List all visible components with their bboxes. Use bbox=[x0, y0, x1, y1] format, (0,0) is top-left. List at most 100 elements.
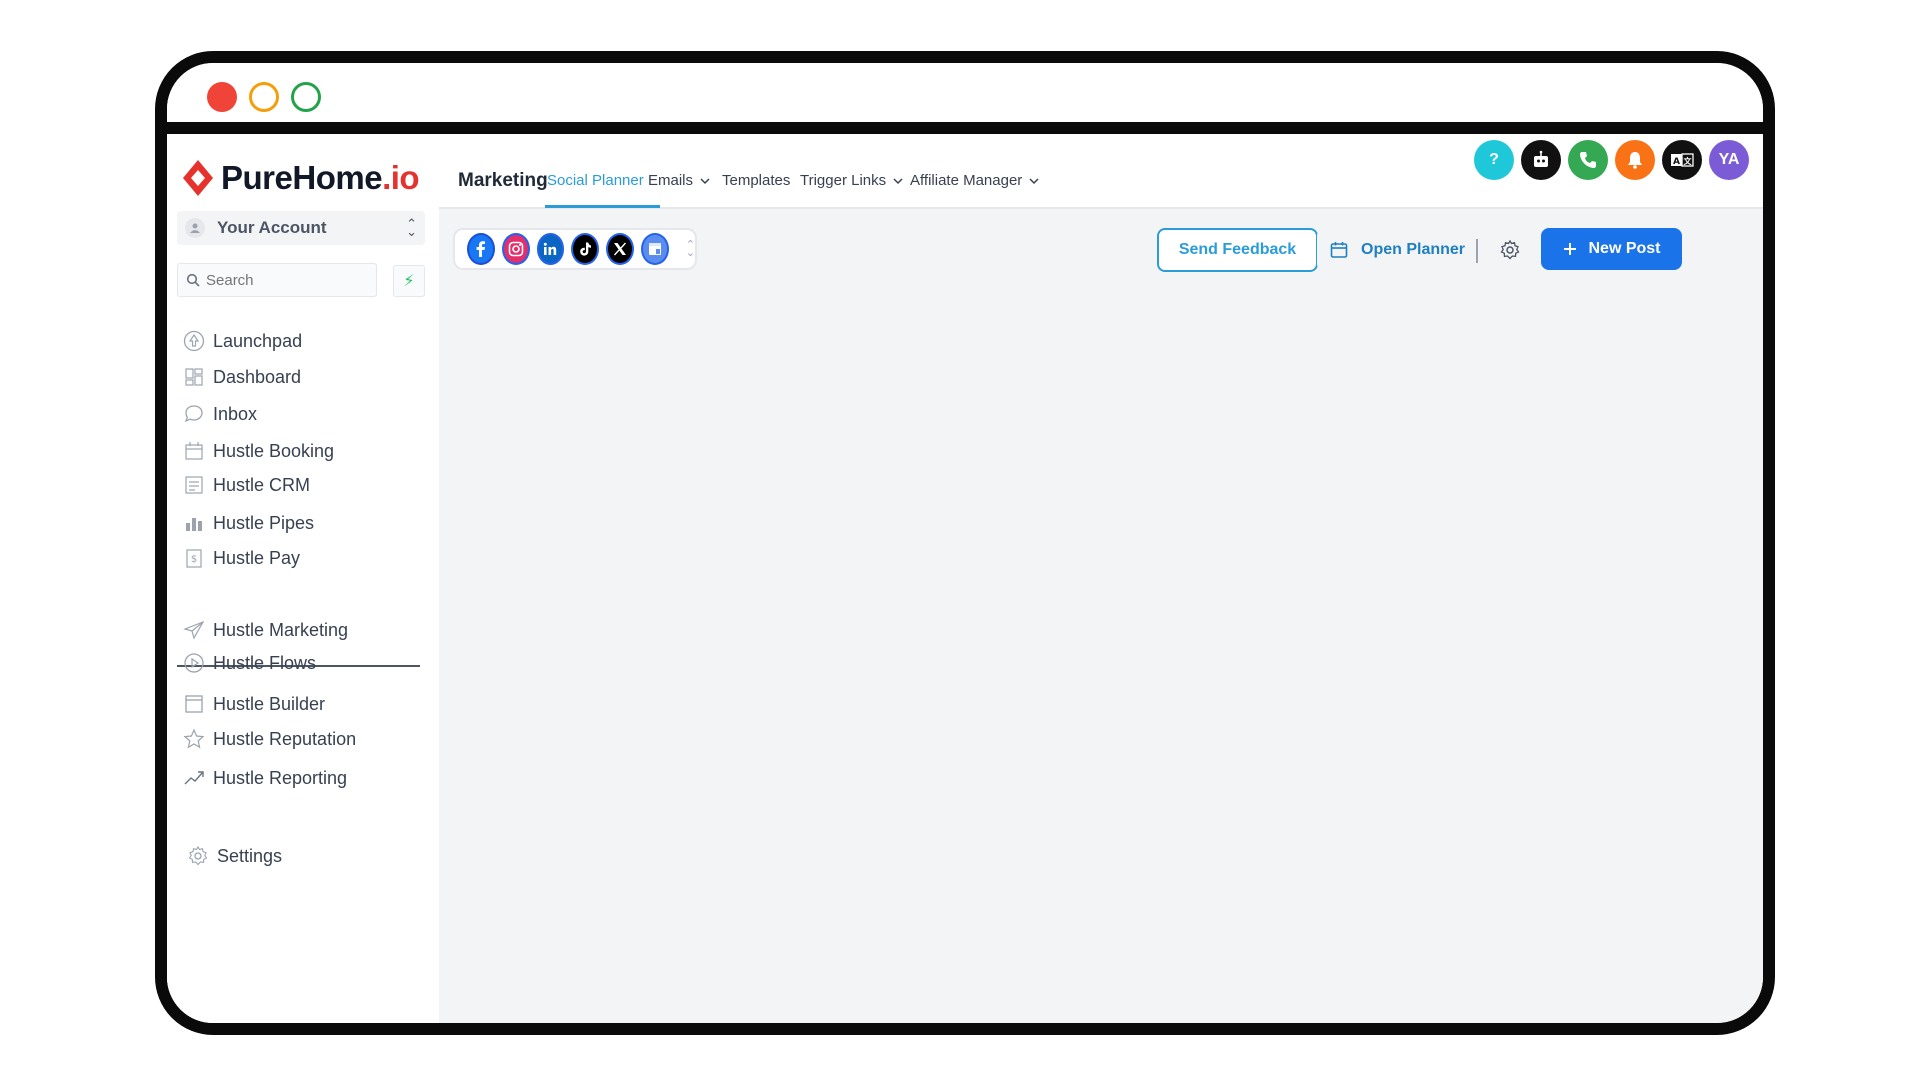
sidebar-item-hustle-reporting[interactable]: Hustle Reporting bbox=[183, 764, 347, 792]
avatar-initials: YA bbox=[1718, 151, 1740, 168]
new-post-button[interactable]: New Post bbox=[1541, 228, 1682, 270]
chevron-down-icon bbox=[893, 177, 903, 184]
contacts-list-icon bbox=[183, 474, 205, 496]
search-icon bbox=[186, 273, 200, 287]
titlebar-divider bbox=[167, 122, 1763, 134]
quick-action-button[interactable]: ⚡ bbox=[393, 265, 425, 297]
search-input[interactable] bbox=[206, 271, 356, 289]
sidebar-item-label: Launchpad bbox=[213, 330, 303, 351]
tab-label: Templates bbox=[722, 172, 791, 189]
tab-emails[interactable]: Emails bbox=[648, 172, 711, 189]
tab-social-planner[interactable]: Social Planner bbox=[547, 172, 644, 189]
bot-icon[interactable] bbox=[1521, 140, 1561, 180]
sidebar-item-label: Hustle Pay bbox=[213, 547, 301, 568]
close-window-button[interactable] bbox=[207, 82, 237, 112]
help-icon[interactable]: ? bbox=[1474, 140, 1514, 180]
brand-logo[interactable]: PureHome.io bbox=[181, 158, 420, 198]
x-icon[interactable] bbox=[606, 233, 634, 265]
account-switcher[interactable]: Your Account ⌃ ⌄ bbox=[177, 211, 425, 245]
device-frame: PureHome.io Your Account ⌃⌄ ⚡ Launchpad bbox=[155, 51, 1775, 1035]
sidebar-item-label: Hustle Builder bbox=[213, 693, 326, 714]
builder-window-icon bbox=[183, 693, 205, 715]
chevron-down-icon bbox=[700, 177, 710, 184]
sidebar-item-label: Inbox bbox=[213, 403, 258, 424]
tab-label: Social Planner bbox=[547, 172, 644, 189]
sidebar-item-inbox[interactable]: Inbox bbox=[183, 400, 257, 428]
toolbar-separator bbox=[1476, 239, 1478, 263]
header-action-icons: ? A文 YA bbox=[1474, 140, 1749, 180]
sidebar-item-hustle-booking[interactable]: Hustle Booking bbox=[183, 437, 334, 465]
tiktok-icon[interactable] bbox=[571, 233, 600, 265]
button-label: Send Feedback bbox=[1178, 241, 1297, 258]
facebook-icon[interactable] bbox=[467, 233, 495, 265]
top-navigation: Marketing Social Planner Emails Template… bbox=[439, 134, 1763, 209]
instagram-icon[interactable] bbox=[501, 233, 530, 265]
help-glyph: ? bbox=[1489, 151, 1499, 168]
brand-name: PureHome.io bbox=[221, 159, 420, 196]
sidebar-item-label: Dashboard bbox=[213, 366, 302, 387]
sidebar-item-label: Hustle Marketing bbox=[213, 619, 349, 640]
svg-text:文: 文 bbox=[1684, 156, 1693, 166]
phone-icon[interactable] bbox=[1568, 140, 1608, 180]
planner-settings-button[interactable] bbox=[1497, 237, 1523, 263]
translate-icon[interactable]: A文 bbox=[1662, 140, 1702, 180]
active-tab-indicator bbox=[545, 205, 660, 208]
section-title: Marketing bbox=[458, 170, 548, 191]
tab-label: Emails bbox=[648, 172, 694, 189]
send-icon bbox=[183, 619, 205, 641]
sidebar-item-hustle-reputation[interactable]: Hustle Reputation bbox=[183, 725, 356, 753]
minimize-window-button[interactable] bbox=[249, 82, 279, 112]
social-accounts-selector[interactable]: ⌃ ⌄ bbox=[453, 228, 697, 270]
app-window: PureHome.io Your Account ⌃⌄ ⚡ Launchpad bbox=[167, 134, 1763, 1023]
linkedin-icon[interactable] bbox=[536, 233, 565, 265]
sidebar-item-label: Hustle Booking bbox=[213, 440, 335, 461]
sidebar-item-launchpad[interactable]: Launchpad bbox=[183, 327, 302, 355]
tab-affiliate-manager[interactable]: Affiliate Manager bbox=[910, 172, 1040, 189]
calendar-icon bbox=[183, 440, 205, 462]
dashboard-icon bbox=[183, 366, 205, 388]
chat-bubble-icon bbox=[183, 403, 205, 425]
tab-label: Trigger Links bbox=[800, 172, 887, 189]
user-avatar[interactable]: YA bbox=[1709, 140, 1749, 180]
sidebar-item-label: Hustle Pipes bbox=[213, 512, 315, 533]
account-label: Your Account bbox=[217, 218, 327, 237]
search-box[interactable] bbox=[177, 263, 377, 297]
sidebar-item-label: Hustle CRM bbox=[213, 474, 311, 495]
google-business-icon[interactable] bbox=[640, 233, 669, 265]
gear-icon bbox=[187, 845, 209, 867]
sidebar-item-label: Settings bbox=[217, 845, 283, 866]
plus-icon bbox=[1564, 243, 1577, 255]
sidebar-item-hustle-marketing[interactable]: Hustle Marketing bbox=[183, 616, 348, 644]
sidebar-item-label: Hustle Reporting bbox=[213, 767, 348, 788]
updown-chevron-icon: ⌃ ⌄ bbox=[685, 239, 695, 259]
sidebar-item-dashboard[interactable]: Dashboard bbox=[183, 363, 301, 391]
button-label: Open Planner bbox=[1361, 241, 1466, 258]
sidebar-item-hustle-builder[interactable]: Hustle Builder bbox=[183, 690, 325, 718]
tab-label: Affiliate Manager bbox=[910, 172, 1023, 189]
svg-text:$: $ bbox=[191, 554, 197, 565]
maximize-window-button[interactable] bbox=[291, 82, 321, 112]
updown-chevron-icon: ⌃ ⌄ bbox=[406, 216, 417, 239]
rocket-icon bbox=[183, 330, 205, 352]
sidebar-item-hustle-flows[interactable]: Hustle Flows bbox=[183, 649, 316, 677]
calendar-icon bbox=[1330, 242, 1348, 258]
open-planner-button[interactable]: Open Planner bbox=[1317, 228, 1467, 272]
account-avatar-icon bbox=[185, 218, 205, 238]
lightning-icon: ⚡ bbox=[403, 273, 415, 290]
tab-trigger-links[interactable]: Trigger Links bbox=[800, 172, 904, 189]
sidebar-item-settings[interactable]: Settings bbox=[187, 842, 282, 870]
tab-templates[interactable]: Templates bbox=[722, 172, 790, 189]
invoice-icon: $ bbox=[183, 547, 205, 569]
bell-icon[interactable] bbox=[1615, 140, 1655, 180]
sidebar: PureHome.io Your Account ⌃⌄ ⚡ Launchpad bbox=[167, 134, 439, 1023]
button-label: New Post bbox=[1588, 240, 1661, 257]
gear-icon bbox=[1500, 239, 1520, 260]
pipeline-icon bbox=[183, 512, 205, 534]
sidebar-item-hustle-pipes[interactable]: Hustle Pipes bbox=[183, 509, 314, 537]
sidebar-item-hustle-pay[interactable]: $ Hustle Pay bbox=[183, 544, 300, 572]
sidebar-item-hustle-crm[interactable]: Hustle CRM bbox=[183, 471, 310, 499]
window-titlebar bbox=[167, 63, 1763, 122]
star-icon bbox=[183, 728, 205, 750]
send-feedback-button[interactable]: Send Feedback bbox=[1157, 228, 1318, 272]
svg-text:A: A bbox=[1673, 157, 1680, 167]
